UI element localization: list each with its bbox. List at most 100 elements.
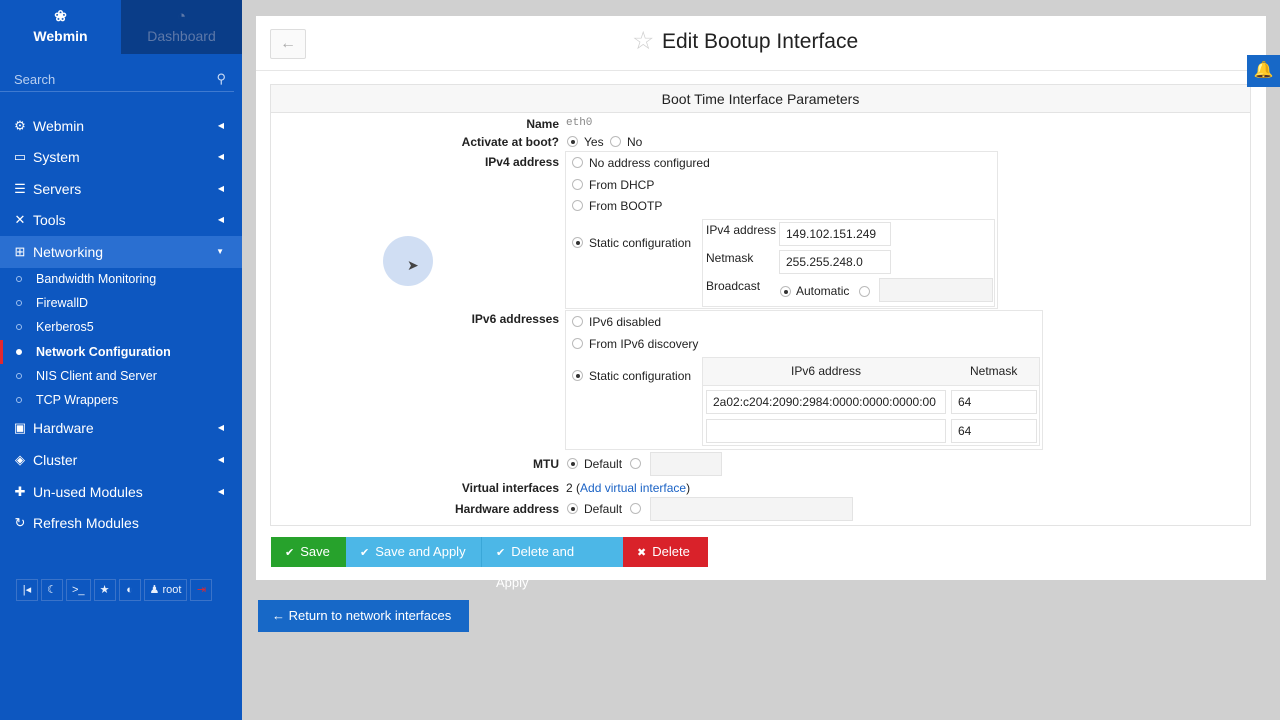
terminal-icon[interactable]: >_ xyxy=(66,579,91,601)
sidebar-item-networking[interactable]: ⊞ Networking ▼ xyxy=(0,236,242,268)
ipv6-disabled-label: IPv6 disabled xyxy=(589,315,662,329)
add-virtual-interface-link[interactable]: Add virtual interface xyxy=(580,481,686,495)
times-circle-icon: ✖ xyxy=(637,547,647,559)
name-label: Name xyxy=(526,117,559,131)
section-title: Boot Time Interface Parameters xyxy=(271,85,1250,113)
sidebar-subitem-kerberos[interactable]: Kerberos5 xyxy=(0,315,242,339)
sidebar-subitem-bandwidth[interactable]: Bandwidth Monitoring xyxy=(0,267,242,291)
webmin-logo-icon: ❀ xyxy=(54,8,67,25)
chevron-left-icon: ◀ xyxy=(217,121,224,130)
mtu-default-radio[interactable] xyxy=(567,458,578,469)
save-button[interactable]: ✔ Save xyxy=(271,537,346,567)
ipv6-col-netmask: Netmask xyxy=(970,364,1018,378)
bullet-icon xyxy=(16,324,22,330)
sidebar-item-cluster[interactable]: ◈ Cluster ◀ xyxy=(0,444,242,476)
tab-dashboard[interactable]: ◔ Dashboard xyxy=(121,0,242,54)
ipv6-discovery-radio[interactable] xyxy=(572,338,583,349)
palette-icon[interactable]: ◐ xyxy=(118,579,141,601)
sidebar-item-unused-modules[interactable]: ✚ Un-used Modules ◀ xyxy=(0,476,242,508)
ipv4-none-radio[interactable] xyxy=(572,157,583,168)
check-circle-icon: ✔ xyxy=(360,547,370,559)
tab-webmin-label: Webmin xyxy=(33,28,88,44)
ipv6-address-input[interactable] xyxy=(706,419,946,443)
laptop-icon: ▭ xyxy=(13,149,27,164)
sidebar-item-system[interactable]: ▭ System ◀ xyxy=(0,141,242,173)
check-circle-icon: ✔ xyxy=(496,547,506,559)
hardware-default-label: Default xyxy=(584,502,623,516)
save-and-apply-label: Save and Apply xyxy=(375,544,466,559)
tab-webmin[interactable]: ❀ Webmin xyxy=(0,0,121,54)
sidebar-item-servers[interactable]: ☰ Servers ◀ xyxy=(0,173,242,205)
chevron-left-icon: ◀ xyxy=(217,184,224,193)
gear-icon: ⚙ xyxy=(14,118,26,133)
ipv4-dhcp-radio[interactable] xyxy=(572,179,583,190)
check-circle-icon: ✔ xyxy=(285,547,295,559)
tab-dashboard-label: Dashboard xyxy=(147,28,216,44)
sidebar-subitem-label: Kerberos5 xyxy=(36,320,94,334)
broadcast-custom-radio[interactable] xyxy=(859,286,870,297)
netmask-input[interactable]: 255.255.248.0 xyxy=(779,250,891,274)
ipv4-address-input[interactable]: 149.102.151.249 xyxy=(779,222,891,246)
delete-and-apply-button[interactable]: ✔ Delete and Apply xyxy=(481,537,623,590)
sidebar-item-label: Networking xyxy=(33,244,104,260)
user-button[interactable]: ♟ root xyxy=(143,579,188,601)
sidebar-item-refresh-modules[interactable]: ↻ Refresh Modules xyxy=(0,507,242,539)
logout-icon[interactable]: ⇥ xyxy=(190,579,213,601)
virtual-count: 2 ( xyxy=(566,481,581,495)
sidebar-subitem-firewalld[interactable]: FirewallD xyxy=(0,291,242,315)
activate-label: Activate at boot? xyxy=(461,135,559,149)
broadcast-automatic-radio[interactable] xyxy=(780,286,791,297)
sidebar-subitem-label: TCP Wrappers xyxy=(36,393,119,407)
favorites-icon[interactable]: ★ xyxy=(93,579,116,601)
back-button[interactable]: ← xyxy=(270,29,306,59)
puzzle-icon: ✚ xyxy=(14,484,26,499)
delete-button[interactable]: ✖ Delete xyxy=(623,537,708,567)
ipv6-discovery-label: From IPv6 discovery xyxy=(589,337,699,351)
mtu-input[interactable] xyxy=(650,452,722,476)
activate-no-radio[interactable] xyxy=(610,136,621,147)
search-icon[interactable]: ⚲ xyxy=(216,71,226,87)
sidebar-subitem-tcp-wrappers[interactable]: TCP Wrappers xyxy=(0,388,242,412)
activate-yes-radio[interactable] xyxy=(567,136,578,147)
ipv6-disabled-radio[interactable] xyxy=(572,316,583,327)
notifications-bell-icon[interactable]: 🔔 xyxy=(1247,55,1280,87)
mtu-label: MTU xyxy=(533,457,559,471)
ipv6-address-input[interactable]: 2a02:c204:2090:2984:0000:0000:0000:00 xyxy=(706,390,946,414)
sidebar-subitem-label: NIS Client and Server xyxy=(36,369,157,383)
ipv6-static-radio[interactable] xyxy=(572,370,583,381)
sitemap-icon: ⊞ xyxy=(14,244,26,259)
bullet-icon xyxy=(16,300,22,306)
sidebar-subitem-label: FirewallD xyxy=(36,296,89,310)
sidebar-item-tools[interactable]: ✕ Tools ◀ xyxy=(0,204,242,236)
ipv6-netmask-input[interactable]: 64 xyxy=(951,390,1037,414)
ipv4-bootp-radio[interactable] xyxy=(572,200,583,211)
sidebar-item-webmin[interactable]: ⚙ Webmin ◀ xyxy=(0,110,242,142)
sidebar-subitem-nis[interactable]: NIS Client and Server xyxy=(0,364,242,388)
user-icon: ♟ xyxy=(149,584,160,596)
ipv4-static-radio[interactable] xyxy=(572,237,583,248)
chevron-left-icon: ◀ xyxy=(217,423,224,432)
save-and-apply-button[interactable]: ✔ Save and Apply xyxy=(346,537,481,567)
search-input[interactable]: Search ⚲ xyxy=(0,54,234,92)
virtual-interfaces-label: Virtual interfaces xyxy=(461,481,559,495)
collapse-icon[interactable]: |◂ xyxy=(16,579,38,601)
ipv6-netmask-input[interactable]: 64 xyxy=(951,419,1037,443)
ipv4-static-label: Static configuration xyxy=(589,236,692,250)
mtu-custom-radio[interactable] xyxy=(630,458,641,469)
favorite-star-icon[interactable]: ☆ xyxy=(632,26,654,56)
sidebar-subitem-network-configuration[interactable]: Network Configuration xyxy=(0,340,242,364)
hardware-default-radio[interactable] xyxy=(567,503,578,514)
broadcast-input[interactable] xyxy=(879,278,993,302)
sidebar-item-label: System xyxy=(33,149,80,165)
broadcast-automatic-label: Automatic xyxy=(796,284,850,298)
main-panel: ← ☆ Edit Bootup Interface Boot Time Inte… xyxy=(256,16,1266,590)
night-mode-icon[interactable]: ☾ xyxy=(41,579,63,601)
netmask-label: Netmask xyxy=(706,251,754,265)
return-to-network-interfaces-button[interactable]: ← Return to network interfaces xyxy=(258,600,469,632)
hardware-address-input[interactable] xyxy=(650,497,853,521)
sidebar-item-label: Webmin xyxy=(33,118,85,134)
sidebar-item-hardware[interactable]: ▣ Hardware ◀ xyxy=(0,412,242,444)
bullet-icon xyxy=(16,373,22,379)
active-marker xyxy=(0,340,3,364)
hardware-custom-radio[interactable] xyxy=(630,503,641,514)
